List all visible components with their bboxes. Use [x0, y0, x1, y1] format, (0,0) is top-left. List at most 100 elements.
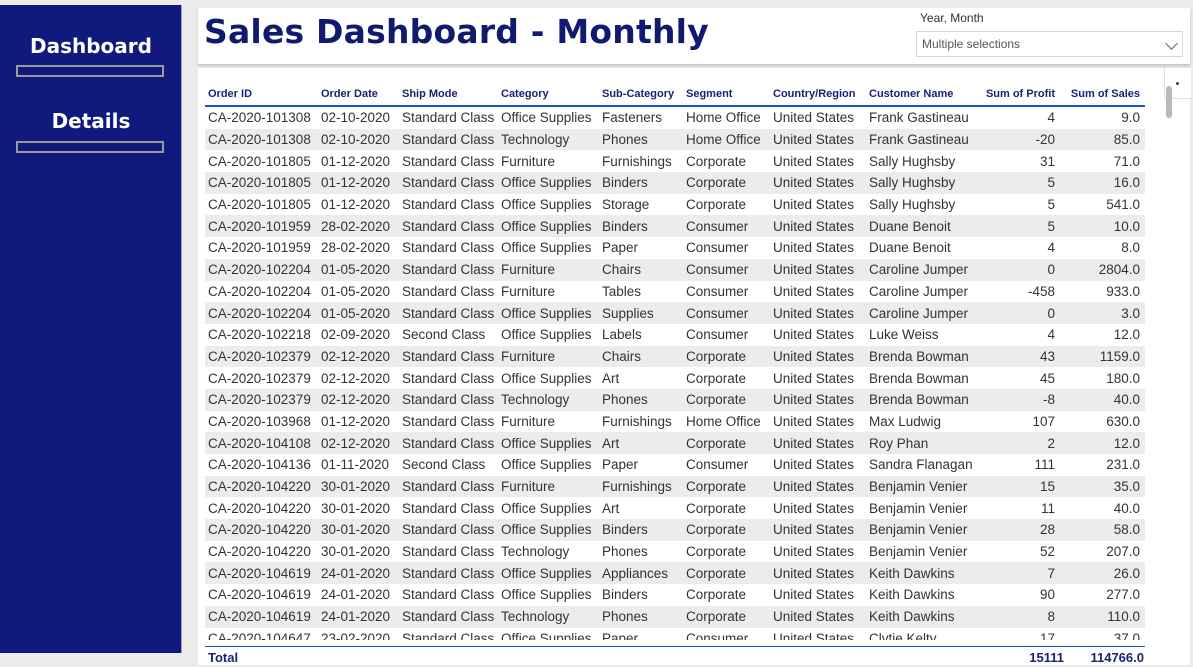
table-cell: Standard Class: [402, 283, 495, 299]
table-row[interactable]: CA-2020-101959 28-02-2020 Standard Class Of…: [205, 237, 1145, 259]
table-row[interactable]: CA-2020-104619 24-01-2020 Standard Class Of…: [205, 562, 1145, 585]
table-cell: 0: [979, 258, 1060, 281]
table-row[interactable]: CA-2020-104220 30-01-2020 Standard Class Of…: [205, 497, 1145, 519]
column-header[interactable]: Country/Region: [770, 82, 866, 107]
table-row[interactable]: CA-2020-102379 02-12-2020 Standard Class Fu…: [205, 345, 1145, 368]
table-cell: Caroline Jumper: [866, 302, 979, 324]
orders-table-card: Order ID Order Date Ship Mode Category Sub-C…: [198, 68, 1191, 665]
table-cell: 45: [1039, 370, 1055, 386]
table-cell: United States: [773, 327, 855, 343]
table-cell: United States: [770, 345, 866, 368]
chevron-down-icon[interactable]: [1165, 37, 1178, 50]
table-row[interactable]: CA-2020-101959 28-02-2020 Standard Class Of…: [205, 215, 1145, 238]
table-cell: -20: [979, 128, 1060, 151]
table-cell: CA-2020-102204: [208, 283, 311, 299]
dashboard-nav-button[interactable]: Dashboard: [0, 34, 182, 58]
column-header[interactable]: Segment: [683, 82, 770, 107]
table-cell: 01-05-2020: [318, 258, 399, 281]
table-cell: -8: [979, 388, 1060, 411]
table-cell: CA-2020-101308: [208, 110, 311, 126]
table-cell: Benjamin Venier: [869, 500, 968, 516]
table-cell: Office Supplies: [498, 519, 599, 541]
table-cell: 107: [1032, 413, 1055, 429]
table-viewport[interactable]: Order ID Order Date Ship Mode Category Sub-C…: [198, 68, 1158, 640]
column-header[interactable]: Sum of Profit: [979, 82, 1060, 107]
details-nav-button[interactable]: Details: [0, 109, 182, 133]
table-cell: 02-12-2020: [318, 388, 399, 411]
column-header[interactable]: Order Date: [318, 82, 399, 107]
table-cell: 28: [979, 519, 1060, 541]
vertical-scrollbar[interactable]: [1156, 68, 1191, 640]
table-cell: Paper: [602, 240, 639, 256]
table-cell: United States: [770, 562, 866, 585]
table-cell: United States: [773, 413, 855, 429]
table-cell: Standard Class: [402, 197, 495, 213]
table-cell: CA-2020-104619: [205, 562, 318, 585]
table-row[interactable]: CA-2020-104220 30-01-2020 Standard Class Of…: [205, 519, 1145, 541]
table-row[interactable]: CA-2020-101805 01-12-2020 Standard Class Of…: [205, 194, 1145, 216]
table-cell: Corporate: [683, 562, 770, 585]
table-cell: Frank Gastineau: [869, 110, 969, 126]
table-cell: 24-01-2020: [321, 587, 391, 603]
table-cell: Standard Class: [402, 500, 495, 516]
table-cell: CA-2020-101805: [208, 197, 311, 213]
table-cell: 2: [979, 432, 1060, 454]
table-cell: Standard Class: [402, 153, 495, 169]
table-cell: Art: [602, 500, 620, 516]
dashboard-nav-indicator[interactable]: [16, 65, 164, 77]
table-row[interactable]: CA-2020-104619 24-01-2020 Standard Class Te…: [205, 605, 1145, 628]
table-cell: Corporate: [683, 388, 770, 411]
column-header[interactable]: Sum of Sales: [1060, 82, 1145, 107]
table-cell: Standard Class: [399, 562, 498, 585]
table-cell: 231.0: [1106, 457, 1140, 473]
table-cell: 23-02-2020: [321, 630, 391, 640]
table-cell: 71.0: [1113, 153, 1140, 169]
table-row[interactable]: CA-2020-104619 24-01-2020 Standard Class Of…: [205, 584, 1145, 606]
table-row[interactable]: CA-2020-102204 01-05-2020 Standard Class Fu…: [205, 258, 1145, 281]
table-cell: 01-05-2020: [318, 302, 399, 324]
table-cell: Binders: [599, 172, 683, 194]
table-cell: Office Supplies: [501, 197, 592, 213]
column-header[interactable]: Sub-Category: [599, 82, 683, 107]
table-row[interactable]: CA-2020-101805 01-12-2020 Standard Class Fu…: [205, 150, 1145, 172]
year-month-slicer-dropdown[interactable]: Multiple selections: [916, 31, 1183, 57]
table-cell: 02-09-2020: [321, 327, 391, 343]
table-cell: 30-01-2020: [321, 500, 391, 516]
table-row[interactable]: CA-2020-104220 30-01-2020 Standard Class Fu…: [205, 475, 1145, 498]
table-row[interactable]: CA-2020-102379 02-12-2020 Standard Class Te…: [205, 388, 1145, 411]
table-row[interactable]: CA-2020-104136 01-11-2020 Second Class Offi…: [205, 454, 1145, 476]
scroll-thumb[interactable]: [1166, 86, 1172, 118]
table-row[interactable]: CA-2020-104220 30-01-2020 Standard Class Te…: [205, 541, 1145, 563]
table-row[interactable]: CA-2020-101805 01-12-2020 Standard Class Of…: [205, 172, 1145, 194]
table-cell: 15: [979, 475, 1060, 498]
table-row[interactable]: CA-2020-104108 02-12-2020 Standard Class Of…: [205, 432, 1145, 454]
table-cell: 24-01-2020: [318, 605, 399, 628]
table-cell: United States: [770, 258, 866, 281]
table-cell: Max Ludwig: [869, 413, 942, 429]
table-cell: Standard Class: [399, 475, 498, 498]
column-header[interactable]: Order ID: [205, 82, 318, 107]
table-row[interactable]: CA-2020-102218 02-09-2020 Second Class Offi…: [205, 324, 1145, 346]
table-row[interactable]: CA-2020-101308 02-10-2020 Standard Class Of…: [205, 106, 1145, 129]
table-cell: Brenda Bowman: [869, 370, 969, 386]
table-row[interactable]: CA-2020-102379 02-12-2020 Standard Class Of…: [205, 367, 1145, 389]
column-header[interactable]: Category: [498, 82, 599, 107]
table-row[interactable]: CA-2020-102204 01-05-2020 Standard Class Of…: [205, 302, 1145, 324]
table-cell: 9.0: [1121, 110, 1140, 126]
table-cell: Standard Class: [399, 519, 498, 541]
table-cell: Corporate: [686, 587, 747, 603]
table-cell: 207.0: [1106, 544, 1140, 560]
table-cell: United States: [773, 587, 855, 603]
column-header[interactable]: Customer Name: [866, 82, 979, 107]
table-row[interactable]: CA-2020-101308 02-10-2020 Standard Class Te…: [205, 128, 1145, 151]
table-row[interactable]: CA-2020-103968 01-12-2020 Standard Class Fu…: [205, 411, 1145, 433]
column-header[interactable]: Ship Mode: [399, 82, 498, 107]
table-row[interactable]: CA-2020-104647 23-02-2020 Standard Class Of…: [205, 628, 1145, 640]
table-cell: Technology: [498, 388, 599, 411]
table-cell: CA-2020-104136: [208, 457, 311, 473]
table-cell: Office Supplies: [501, 110, 592, 126]
table-cell: Chairs: [599, 258, 683, 281]
total-label: Total: [208, 650, 239, 665]
details-nav-indicator[interactable]: [16, 141, 164, 153]
table-row[interactable]: CA-2020-102204 01-05-2020 Standard Class Fu…: [205, 281, 1145, 303]
